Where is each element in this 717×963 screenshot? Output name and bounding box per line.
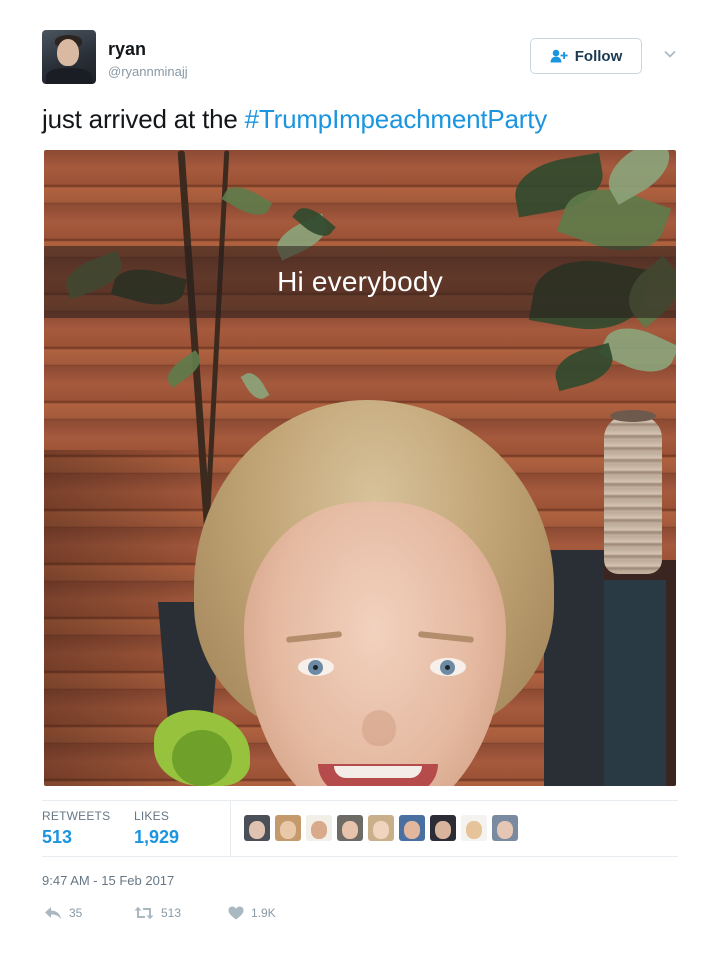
reply-icon	[45, 907, 61, 919]
liker-avatar[interactable]	[492, 815, 518, 841]
add-user-icon	[550, 49, 568, 63]
tweet-timestamp[interactable]: 9:47 AM - 15 Feb 2017	[42, 873, 174, 888]
retweet-button[interactable]: 513	[134, 906, 181, 920]
retweets-stat[interactable]: RETWEETS 513	[42, 809, 110, 848]
ribbon	[172, 730, 232, 786]
tweet-photo[interactable]: Hi everybody	[44, 150, 676, 786]
liker-avatar[interactable]	[275, 815, 301, 841]
heart-icon	[228, 906, 244, 920]
leaf	[240, 369, 270, 403]
retweet-count: 513	[161, 906, 182, 920]
liker-avatars	[244, 815, 518, 841]
photo-caption: Hi everybody	[277, 266, 443, 297]
teeth	[334, 766, 422, 778]
likes-label: LIKES	[134, 809, 170, 823]
tweet-text-plain: just arrived at the	[42, 104, 245, 134]
liker-avatar[interactable]	[430, 815, 456, 841]
follow-label: Follow	[574, 47, 623, 65]
retweet-icon	[134, 906, 154, 920]
nose	[362, 710, 396, 746]
liker-avatar[interactable]	[244, 815, 270, 841]
user-name[interactable]: ryan	[108, 39, 146, 60]
chevron-down-icon[interactable]	[662, 46, 678, 62]
leaf	[550, 342, 618, 392]
liker-avatar[interactable]	[461, 815, 487, 841]
hashtag-link[interactable]: #TrumpImpeachmentParty	[245, 104, 548, 134]
reply-count: 35	[69, 906, 83, 920]
leaf	[221, 179, 273, 223]
left-eye	[298, 658, 334, 676]
tweet-stats: RETWEETS 513 LIKES 1,929	[42, 800, 678, 857]
stats-divider	[230, 801, 231, 856]
liker-avatar[interactable]	[368, 815, 394, 841]
retweets-label: RETWEETS	[42, 809, 111, 823]
liker-face	[404, 821, 420, 839]
avatar[interactable]	[42, 30, 96, 84]
liker-face	[311, 821, 327, 839]
vase-rim	[610, 410, 656, 422]
side-table-inner	[598, 580, 666, 786]
reply-button[interactable]: 35	[44, 906, 82, 920]
liker-avatar[interactable]	[399, 815, 425, 841]
follow-button[interactable]: Follow	[530, 38, 642, 74]
user-handle[interactable]: @ryannminajj	[108, 64, 188, 79]
vase	[604, 416, 662, 574]
like-button[interactable]: 1.9K	[228, 906, 276, 920]
like-count: 1.9K	[251, 906, 276, 920]
liker-face	[342, 821, 358, 839]
liker-avatar[interactable]	[337, 815, 363, 841]
liker-face	[249, 821, 265, 839]
liker-face	[373, 821, 389, 839]
liker-face	[497, 821, 513, 839]
retweets-count: 513	[42, 827, 73, 847]
tweet-text: just arrived at the #TrumpImpeachmentPar…	[42, 104, 547, 135]
avatar-face	[57, 39, 79, 66]
tweet-header: ryan @ryannminajj Follow	[42, 30, 682, 86]
liker-avatar[interactable]	[306, 815, 332, 841]
avatar-shirt	[46, 68, 92, 84]
liker-face	[280, 821, 296, 839]
likes-stat[interactable]: LIKES 1,929	[134, 809, 179, 848]
liker-face	[435, 821, 451, 839]
right-eye	[430, 658, 466, 676]
likes-count: 1,929	[134, 827, 180, 847]
liker-face	[466, 821, 482, 839]
